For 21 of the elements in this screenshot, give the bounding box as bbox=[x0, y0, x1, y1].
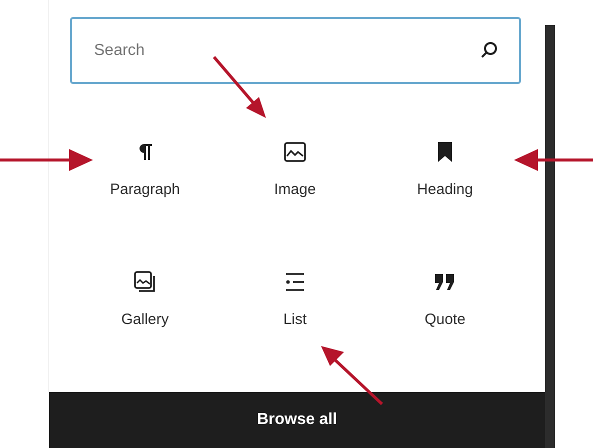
block-label: Gallery bbox=[121, 311, 169, 328]
arrow bbox=[321, 346, 384, 406]
gallery-icon bbox=[133, 270, 157, 294]
block-label: Quote bbox=[424, 311, 466, 328]
block-label: Heading bbox=[417, 181, 473, 198]
bookmark-icon bbox=[438, 140, 452, 164]
block-label: Paragraph bbox=[110, 181, 180, 198]
block-item[interactable]: Image bbox=[220, 140, 370, 222]
block-label: List bbox=[283, 311, 307, 328]
block-item[interactable]: Gallery bbox=[70, 270, 220, 352]
arrow bbox=[212, 56, 266, 118]
search-icon bbox=[479, 40, 499, 60]
block-item[interactable]: Quote bbox=[370, 270, 520, 352]
block-item[interactable]: Heading bbox=[370, 140, 520, 222]
list-icon bbox=[283, 270, 307, 294]
image-icon bbox=[283, 140, 307, 164]
search-field[interactable]: Search bbox=[70, 17, 521, 84]
block-label: Image bbox=[274, 181, 316, 198]
block-item[interactable]: Paragraph bbox=[70, 140, 220, 222]
block-item[interactable]: List bbox=[220, 270, 370, 352]
browse-all-button[interactable]: Browse all bbox=[49, 392, 545, 448]
